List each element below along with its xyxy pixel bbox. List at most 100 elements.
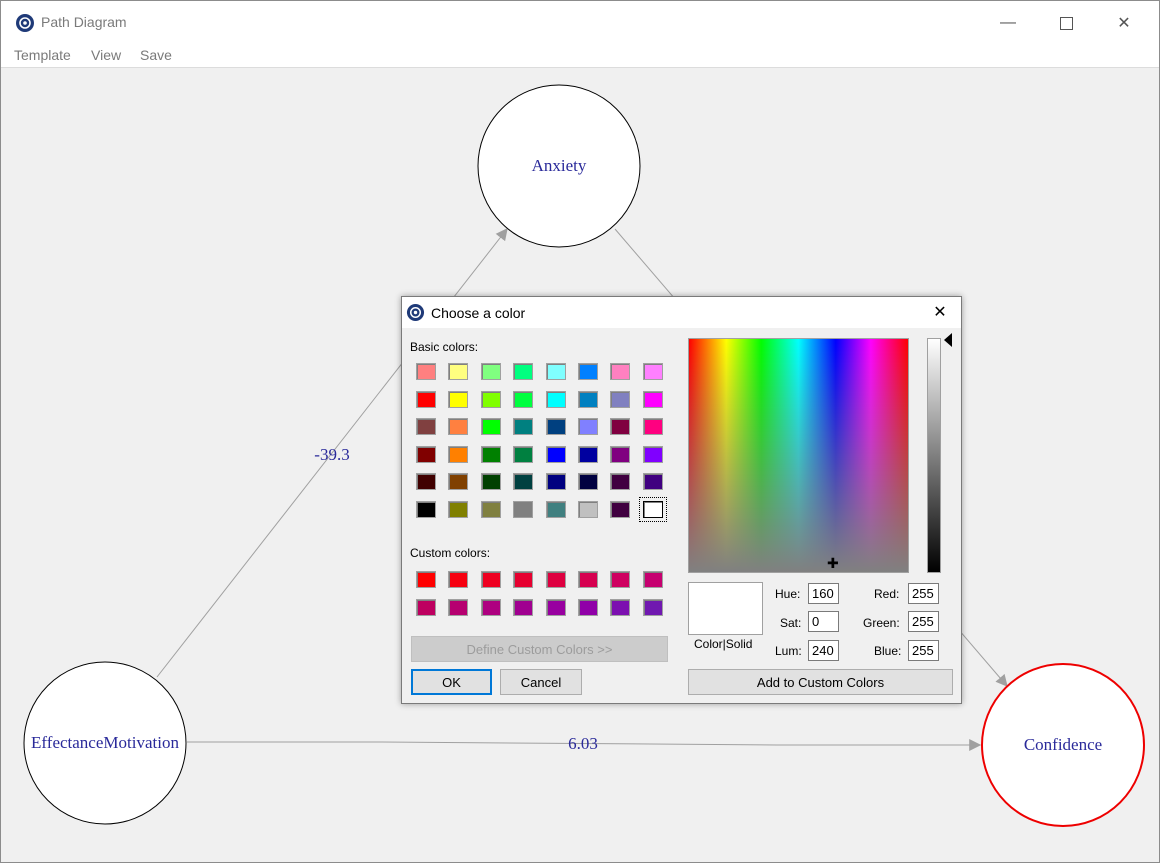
- close-icon: ✕: [1117, 15, 1131, 32]
- color-solid-label: Color|Solid: [694, 637, 753, 651]
- minimize-button[interactable]: —: [979, 1, 1037, 45]
- basic-color-swatch-3-5[interactable]: [578, 445, 598, 463]
- basic-color-swatch-1-4[interactable]: [545, 390, 566, 408]
- custom-color-swatch-1-2[interactable]: [480, 598, 501, 616]
- basic-color-swatch-3-1[interactable]: [448, 445, 469, 463]
- add-to-custom-colors-button[interactable]: Add to Custom Colors: [688, 669, 953, 695]
- basic-color-swatch-5-2[interactable]: [480, 501, 501, 518]
- basic-color-swatch-0-2[interactable]: [480, 363, 501, 380]
- edge-label-effectance-confidence: 6.03: [568, 734, 598, 753]
- color-preview: [688, 582, 763, 635]
- basic-color-swatch-2-3[interactable]: [513, 418, 534, 436]
- basic-color-swatch-4-7[interactable]: [642, 473, 663, 491]
- basic-color-swatch-3-2[interactable]: [480, 445, 501, 463]
- basic-color-swatch-3-7[interactable]: [642, 445, 663, 463]
- basic-color-swatch-0-4[interactable]: [545, 363, 566, 380]
- basic-color-swatch-2-7[interactable]: [642, 418, 663, 436]
- basic-color-swatch-3-6[interactable]: [610, 445, 631, 463]
- basic-color-swatch-1-7[interactable]: [642, 390, 663, 408]
- custom-color-swatch-0-1[interactable]: [448, 571, 469, 588]
- green-label: Green:: [863, 616, 900, 630]
- luminosity-slider[interactable]: [927, 338, 941, 573]
- node-label-anxiety: Anxiety: [531, 156, 587, 175]
- custom-color-swatch-0-2[interactable]: [480, 571, 501, 588]
- basic-color-swatch-2-2[interactable]: [480, 418, 501, 436]
- menu-template[interactable]: Template: [14, 47, 71, 63]
- basic-color-swatch-2-4[interactable]: [545, 418, 566, 436]
- custom-color-swatch-1-6[interactable]: [610, 598, 631, 616]
- basic-color-swatch-0-7[interactable]: [642, 363, 663, 380]
- basic-color-swatch-1-3[interactable]: [513, 390, 534, 408]
- basic-color-swatch-5-7[interactable]: [638, 497, 667, 522]
- green-field[interactable]: 255: [908, 611, 939, 632]
- custom-color-swatch-1-1[interactable]: [448, 598, 469, 616]
- maximize-button[interactable]: [1037, 1, 1095, 45]
- custom-color-swatch-0-6[interactable]: [610, 571, 631, 588]
- basic-color-swatch-5-3[interactable]: [513, 501, 534, 518]
- blue-label: Blue:: [874, 644, 902, 658]
- custom-color-swatch-0-3[interactable]: [513, 571, 534, 588]
- basic-color-swatch-4-3[interactable]: [513, 473, 534, 491]
- basic-color-swatch-0-6[interactable]: [610, 363, 631, 380]
- red-field[interactable]: 255: [908, 583, 939, 604]
- custom-color-swatch-0-7[interactable]: [642, 571, 663, 588]
- basic-color-swatch-0-0[interactable]: [416, 363, 436, 380]
- basic-color-swatch-1-5[interactable]: [578, 390, 598, 408]
- basic-color-swatch-5-5[interactable]: [578, 501, 598, 518]
- lum-field[interactable]: 240: [808, 640, 839, 661]
- basic-color-swatch-4-2[interactable]: [480, 473, 501, 491]
- basic-color-swatch-1-2[interactable]: [480, 390, 501, 408]
- sat-field[interactable]: 0: [808, 611, 839, 632]
- basic-color-swatch-2-5[interactable]: [578, 418, 598, 436]
- red-label: Red:: [874, 587, 900, 601]
- color-dialog: Choose a color ✕ Basic colors: Custom co…: [401, 296, 962, 704]
- luminosity-arrow-icon[interactable]: [944, 333, 952, 347]
- basic-color-swatch-1-6[interactable]: [610, 390, 631, 408]
- menu-view[interactable]: View: [91, 47, 121, 63]
- custom-color-swatch-1-7[interactable]: [642, 598, 663, 616]
- custom-color-swatch-1-3[interactable]: [513, 598, 534, 616]
- basic-color-swatch-4-0[interactable]: [416, 473, 436, 491]
- basic-color-swatch-4-1[interactable]: [448, 473, 469, 491]
- basic-color-swatch-0-1[interactable]: [448, 363, 469, 380]
- basic-color-swatch-1-1[interactable]: [448, 390, 469, 408]
- custom-color-swatch-1-5[interactable]: [578, 598, 598, 616]
- basic-color-swatch-0-5[interactable]: [578, 363, 598, 380]
- basic-color-swatch-4-4[interactable]: [545, 473, 566, 491]
- custom-color-swatch-1-0[interactable]: [416, 598, 436, 616]
- basic-color-swatch-1-0[interactable]: [416, 390, 436, 408]
- basic-color-swatch-3-3[interactable]: [513, 445, 534, 463]
- crosshair-icon: ✚: [827, 555, 839, 571]
- basic-color-swatch-5-4[interactable]: [545, 501, 566, 518]
- custom-color-swatch-0-0[interactable]: [416, 571, 436, 588]
- ok-button[interactable]: OK: [411, 669, 492, 695]
- custom-color-swatch-0-5[interactable]: [578, 571, 598, 588]
- basic-color-swatch-5-0[interactable]: [416, 501, 436, 518]
- basic-color-swatch-5-1[interactable]: [448, 501, 469, 518]
- basic-color-swatch-5-6[interactable]: [610, 501, 631, 518]
- basic-color-swatch-2-1[interactable]: [448, 418, 469, 436]
- cancel-button[interactable]: Cancel: [500, 669, 582, 695]
- close-button[interactable]: ✕: [1095, 1, 1153, 45]
- custom-color-swatch-0-4[interactable]: [545, 571, 566, 588]
- basic-color-swatch-3-0[interactable]: [416, 445, 436, 463]
- basic-color-swatch-2-6[interactable]: [610, 418, 631, 436]
- close-icon: ✕: [933, 304, 947, 321]
- basic-color-swatch-3-4[interactable]: [545, 445, 566, 463]
- basic-color-swatch-0-3[interactable]: [513, 363, 534, 380]
- define-custom-colors-button[interactable]: Define Custom Colors >>: [411, 636, 668, 662]
- color-spectrum[interactable]: [688, 338, 909, 573]
- dialog-close-button[interactable]: ✕: [929, 301, 951, 323]
- custom-colors-label: Custom colors:: [410, 546, 491, 560]
- basic-color-swatch-2-0[interactable]: [416, 418, 436, 436]
- minimize-icon: —: [1000, 14, 1016, 31]
- node-label-confidence: Confidence: [1023, 735, 1103, 754]
- basic-color-swatch-4-5[interactable]: [578, 473, 598, 491]
- menu-save[interactable]: Save: [140, 47, 172, 63]
- window-title: Path Diagram: [41, 14, 127, 30]
- edge-label-effectance-anxiety: -39.3: [314, 445, 350, 464]
- custom-color-swatch-1-4[interactable]: [545, 598, 566, 616]
- basic-color-swatch-4-6[interactable]: [610, 473, 631, 491]
- blue-field[interactable]: 255: [908, 640, 939, 661]
- hue-field[interactable]: 160: [808, 583, 839, 604]
